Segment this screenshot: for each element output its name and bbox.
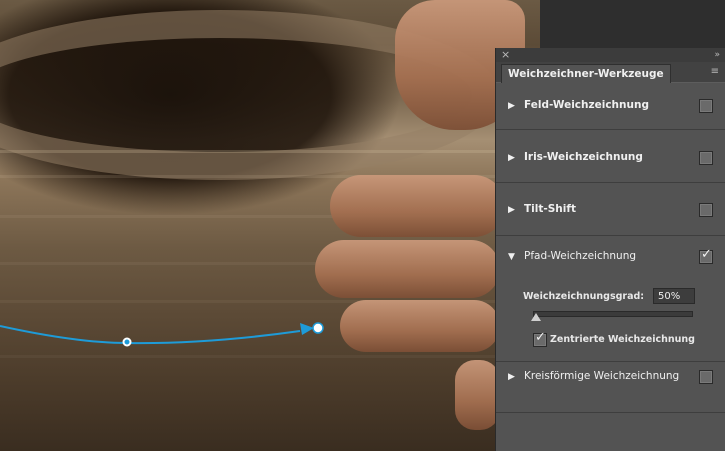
centered-blur-checkbox[interactable]: ✓ <box>533 330 547 347</box>
blur-amount-slider-thumb[interactable] <box>531 313 541 321</box>
blur-tools-panel: × » Weichzeichner-Werkzeuge ≡ ▶ Feld-Wei… <box>495 48 725 451</box>
section-tilt-shift[interactable]: ▶ Tilt-Shift <box>496 183 725 236</box>
path-blur-overlay <box>0 322 324 347</box>
checkmark-icon: ✓ <box>535 330 546 345</box>
section-label: Tilt-Shift <box>524 203 576 215</box>
expand-triangle-icon[interactable]: ▶ <box>508 101 515 111</box>
blur-amount-label: Weichzeichnungsgrad: <box>523 291 645 302</box>
panel-title-bar: × » <box>496 48 725 62</box>
section-label: Pfad-Weichzeichnung <box>524 250 637 262</box>
expand-triangle-icon[interactable]: ▶ <box>508 205 515 215</box>
spin-blur-checkbox[interactable] <box>699 370 713 384</box>
centered-blur-label: Zentrierte Weichzeichnung <box>550 334 695 345</box>
tilt-shift-checkbox[interactable] <box>699 203 713 217</box>
blur-path-end-handle[interactable] <box>312 322 324 334</box>
panel-tab-bar: Weichzeichner-Werkzeuge ≡ <box>496 62 725 83</box>
blur-amount-slider[interactable] <box>533 311 693 317</box>
expand-triangle-icon[interactable]: ▼ <box>508 252 515 262</box>
blur-amount-input[interactable]: 50% <box>653 288 695 304</box>
tab-blur-tools[interactable]: Weichzeichner-Werkzeuge <box>501 64 671 83</box>
iris-blur-checkbox[interactable] <box>699 151 713 165</box>
blur-path-midpoint-handle[interactable] <box>122 337 132 347</box>
field-blur-checkbox[interactable] <box>699 99 713 113</box>
collapse-icon[interactable]: » <box>714 48 719 62</box>
section-spin-blur[interactable]: ▶ Kreisförmige Weichzeichnung <box>496 362 725 413</box>
section-label: Kreisförmige Weichzeichnung <box>524 370 680 382</box>
close-icon[interactable]: × <box>501 48 510 62</box>
blur-path-line[interactable] <box>0 325 301 345</box>
blur-path-arrowhead <box>300 323 314 335</box>
section-label: Iris-Weichzeichnung <box>524 151 643 163</box>
expand-triangle-icon[interactable]: ▶ <box>508 372 515 382</box>
panel-menu-icon[interactable]: ≡ <box>711 66 719 77</box>
section-field-blur[interactable]: ▶ Feld-Weichzeichnung <box>496 83 725 130</box>
expand-triangle-icon[interactable]: ▶ <box>508 153 515 163</box>
section-label: Feld-Weichzeichnung <box>524 99 649 111</box>
path-blur-checkbox[interactable]: ✓ <box>699 247 713 264</box>
section-iris-blur[interactable]: ▶ Iris-Weichzeichnung <box>496 130 725 183</box>
checkmark-icon: ✓ <box>701 247 712 262</box>
